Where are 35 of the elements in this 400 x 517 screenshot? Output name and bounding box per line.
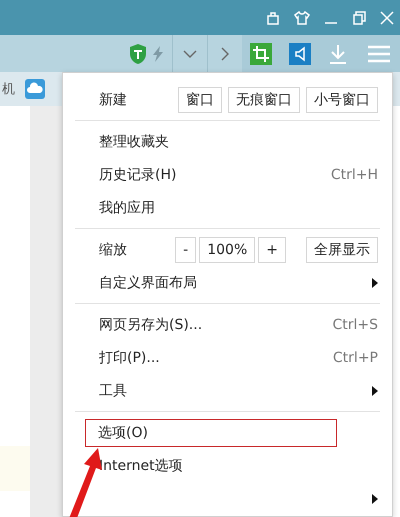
chevron-down-icon[interactable] bbox=[183, 48, 197, 58]
menu-item[interactable]: 工具 bbox=[99, 382, 127, 400]
zoom-in-button[interactable]: + bbox=[258, 236, 286, 262]
shortcut-text: Ctrl+S bbox=[332, 316, 378, 332]
shortcut-text: Ctrl+H bbox=[330, 166, 378, 182]
new-window-button[interactable]: 小号窗口 bbox=[306, 86, 378, 112]
bookmark-text[interactable]: 机 bbox=[2, 80, 15, 98]
close-icon[interactable] bbox=[380, 10, 394, 24]
new-window-button[interactable]: 窗口 bbox=[178, 86, 222, 112]
submenu-arrow-icon bbox=[372, 278, 378, 288]
bag-icon[interactable] bbox=[266, 10, 280, 24]
menu-item[interactable]: 整理收藏夹 bbox=[99, 132, 169, 150]
highlighted-menu-item[interactable]: 选项(O) bbox=[85, 418, 337, 446]
speaker-icon[interactable] bbox=[288, 42, 311, 64]
shirt-icon[interactable] bbox=[294, 10, 310, 24]
menu-item[interactable]: 自定义界面布局 bbox=[99, 274, 197, 292]
fullscreen-button[interactable]: 全屏显示 bbox=[306, 236, 378, 262]
shortcut-text: Ctrl+P bbox=[332, 350, 378, 366]
menu-label: 缩放 bbox=[99, 240, 128, 258]
submenu-arrow-icon bbox=[372, 386, 378, 396]
menu-item[interactable]: 历史记录(H) bbox=[99, 166, 176, 184]
submenu-arrow-icon bbox=[372, 494, 378, 504]
cloud-icon[interactable] bbox=[25, 79, 45, 99]
new-window-button[interactable]: 无痕窗口 bbox=[228, 86, 300, 112]
zoom-out-button[interactable]: - bbox=[175, 236, 196, 262]
menu-item[interactable]: 我的应用 bbox=[99, 198, 155, 216]
shield-icon[interactable] bbox=[128, 42, 148, 64]
chevron-right-icon[interactable] bbox=[220, 46, 230, 60]
crop-icon[interactable] bbox=[250, 42, 272, 64]
menu-item[interactable]: 网页另存为(S)... bbox=[99, 316, 202, 334]
restore-icon[interactable] bbox=[352, 10, 366, 24]
lightning-icon[interactable] bbox=[152, 46, 164, 62]
menu-label: 新建 bbox=[99, 90, 128, 108]
zoom-level-button[interactable]: 100% bbox=[199, 236, 256, 262]
menu-item[interactable]: 打印(P)... bbox=[99, 348, 160, 366]
